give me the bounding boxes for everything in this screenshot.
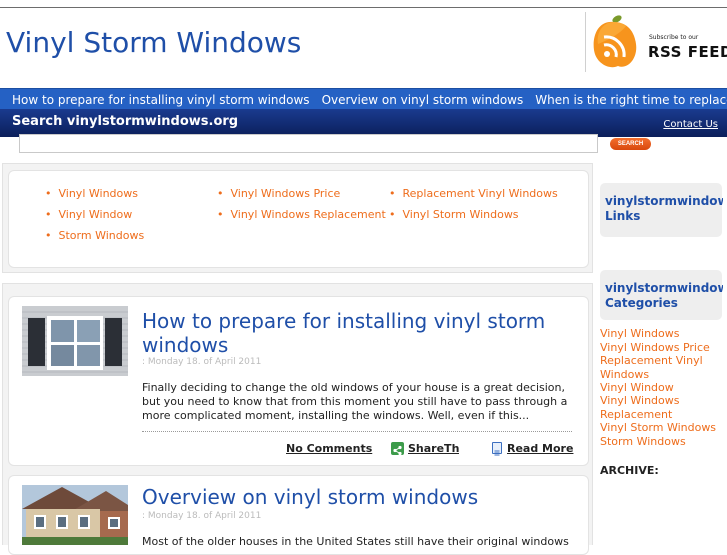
- post-excerpt: Finally deciding to change the old windo…: [142, 381, 568, 422]
- rss-orange-icon: [593, 15, 637, 68]
- post-divider: [142, 431, 572, 432]
- post-date: : Monday 18. of April 2011: [142, 357, 262, 367]
- header-divider: [585, 12, 586, 72]
- contact-us-link[interactable]: Contact Us: [663, 119, 718, 130]
- keyword-link[interactable]: Vinyl Windows Price: [217, 187, 341, 200]
- sidebar-links-heading: vinylstormwindows.org Links: [605, 194, 723, 223]
- post-title-link[interactable]: How to prepare for installing vinyl stor…: [142, 309, 572, 357]
- sidebar-category-link[interactable]: Vinyl Windows: [600, 327, 725, 341]
- keyword-link[interactable]: Vinyl Windows Replacement: [217, 208, 386, 221]
- sidebar-category-link[interactable]: Vinyl Storm Windows: [600, 421, 725, 435]
- nav-link-replace[interactable]: When is the right time to replace your o…: [535, 90, 727, 110]
- nav-link-overview[interactable]: Overview on vinyl storm windows: [322, 90, 524, 110]
- document-icon: [492, 442, 502, 456]
- rss-subscribe-text: Subscribe to our: [649, 34, 699, 41]
- post-title-link[interactable]: Overview on vinyl storm windows: [142, 485, 478, 509]
- keyword-link[interactable]: Replacement Vinyl Windows: [389, 187, 558, 200]
- post-thumbnail-window[interactable]: [22, 306, 128, 376]
- comments-link[interactable]: No Comments: [286, 442, 372, 455]
- sidebar-categories-heading: vinylstormwindows.org Categories: [605, 281, 723, 310]
- top-nav: How to prepare for installing vinyl stor…: [0, 88, 727, 110]
- post-thumbnail-house[interactable]: [22, 485, 128, 545]
- archive-heading: ARCHIVE:: [600, 464, 659, 477]
- keyword-link[interactable]: Vinyl Windows: [45, 187, 138, 200]
- keyword-link[interactable]: Vinyl Storm Windows: [389, 208, 519, 221]
- top-rule: [0, 7, 727, 8]
- post-excerpt: Most of the older houses in the United S…: [142, 535, 572, 548]
- sidebar-category-link[interactable]: Vinyl Window: [600, 381, 725, 395]
- search-input[interactable]: [19, 134, 598, 153]
- search-button[interactable]: SEARCH: [610, 138, 651, 150]
- sidebar-category-link[interactable]: Storm Windows: [600, 435, 725, 449]
- search-title: Search vinylstormwindows.org: [12, 114, 239, 129]
- sharethis-link[interactable]: ShareThis: [408, 442, 459, 455]
- keyword-link[interactable]: Storm Windows: [45, 229, 145, 242]
- sidebar-category-link[interactable]: Replacement Vinyl Windows: [600, 354, 710, 381]
- search-bar: Search vinylstormwindows.org Contact Us: [0, 109, 727, 137]
- share-icon: [391, 442, 404, 456]
- rss-feed-banner[interactable]: Subscribe to our RSS FEED: [590, 12, 727, 72]
- keyword-link[interactable]: Vinyl Window: [45, 208, 133, 221]
- sidebar-category-link[interactable]: Vinyl Windows Price: [600, 341, 725, 355]
- nav-link-installing[interactable]: How to prepare for installing vinyl stor…: [12, 90, 310, 110]
- rss-feed-label: RSS FEED: [648, 43, 727, 61]
- sidebar-category-link[interactable]: Vinyl Windows Replacement: [600, 394, 690, 421]
- site-title[interactable]: Vinyl Storm Windows: [6, 26, 301, 59]
- read-more-link[interactable]: Read More: [507, 442, 573, 455]
- post-date: : Monday 18. of April 2011: [142, 511, 262, 521]
